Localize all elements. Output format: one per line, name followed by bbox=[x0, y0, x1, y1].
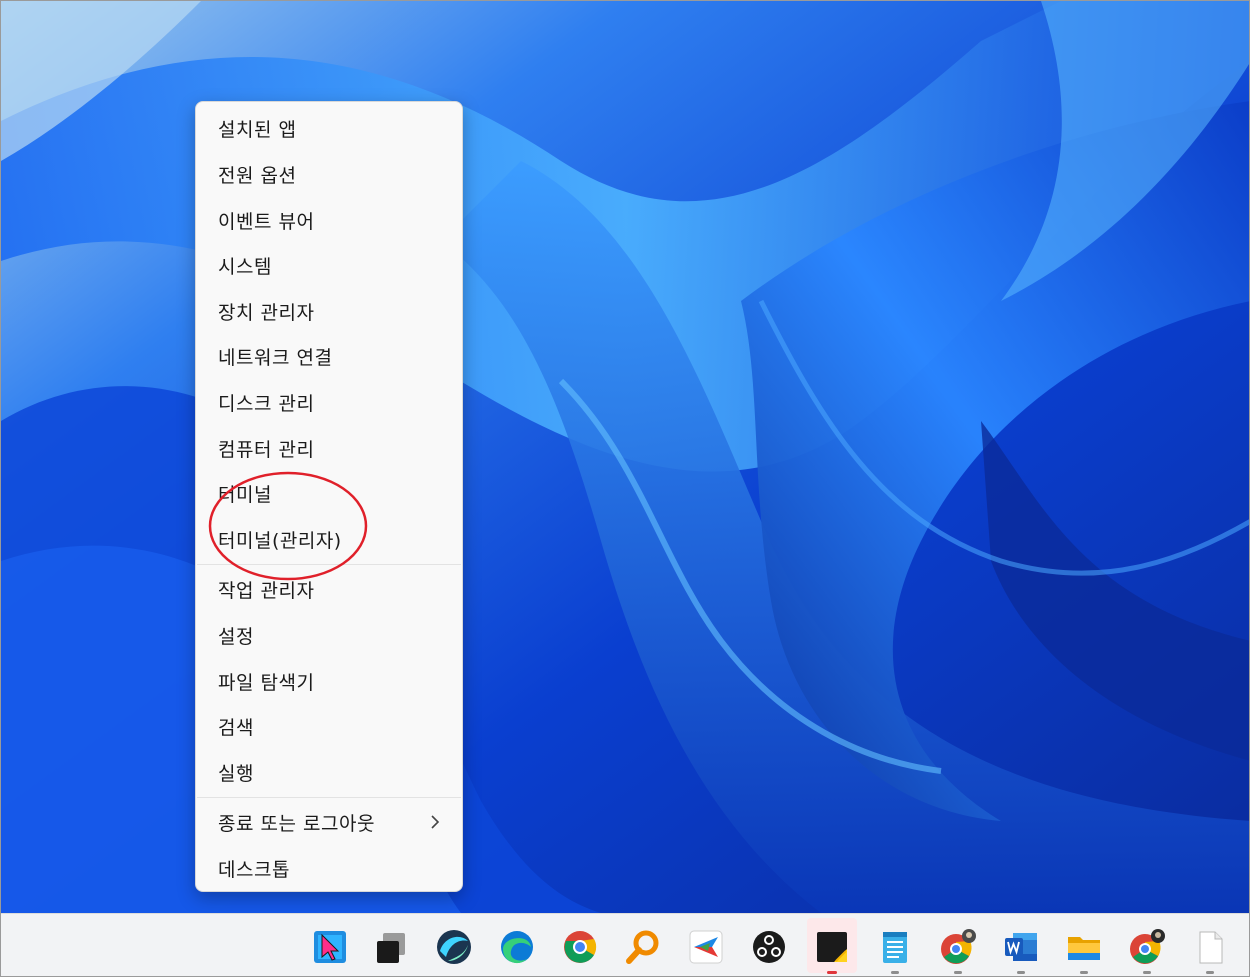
menu-item-label: 설치된 앱 bbox=[218, 118, 297, 141]
menu-item-label: 터미널(관리자) bbox=[218, 529, 342, 552]
active-app-indicator bbox=[827, 971, 837, 974]
menu-item-file-explorer[interactable]: 파일 탐색기 bbox=[202, 661, 456, 701]
menu-item-label: 터미널 bbox=[218, 483, 272, 506]
menu-item-label: 검색 bbox=[218, 716, 254, 739]
menu-separator bbox=[197, 797, 461, 798]
menu-item-system[interactable]: 시스템 bbox=[202, 245, 456, 285]
menu-item-desktop[interactable]: 데스크톱 bbox=[202, 848, 456, 888]
desktop-wallpaper bbox=[1, 1, 1249, 913]
menu-item-label: 실행 bbox=[218, 762, 254, 785]
word-icon[interactable] bbox=[1001, 927, 1041, 967]
menu-item-event-viewer[interactable]: 이벤트 뷰어 bbox=[202, 200, 456, 240]
edge-icon[interactable] bbox=[497, 927, 537, 967]
menu-separator bbox=[197, 564, 461, 565]
menu-item-device-manager[interactable]: 장치 관리자 bbox=[202, 291, 456, 331]
file-explorer-icon[interactable] bbox=[1064, 927, 1104, 967]
screenshot-frame: 설치된 앱 전원 옵션 이벤트 뷰어 시스템 장치 관리자 네트워크 연결 디스… bbox=[0, 0, 1250, 977]
menu-item-network-connections[interactable]: 네트워크 연결 bbox=[202, 336, 456, 376]
sharex-icon[interactable] bbox=[434, 927, 474, 967]
search-magnifier-icon[interactable] bbox=[623, 927, 663, 967]
menu-item-label: 시스템 bbox=[218, 255, 272, 278]
menu-item-terminal-admin[interactable]: 터미널(관리자) bbox=[202, 519, 456, 559]
menu-item-settings[interactable]: 설정 bbox=[202, 615, 456, 655]
running-app-indicator bbox=[1017, 971, 1025, 974]
taskbar bbox=[1, 913, 1249, 976]
obs-studio-icon[interactable] bbox=[749, 927, 789, 967]
paint-app-icon[interactable] bbox=[686, 927, 726, 967]
chrome-icon[interactable] bbox=[560, 927, 600, 967]
chrome-profile-2-icon[interactable] bbox=[1127, 927, 1167, 967]
menu-item-label: 설정 bbox=[218, 625, 254, 648]
running-app-indicator bbox=[1080, 971, 1088, 974]
sticky-notes-icon[interactable] bbox=[812, 927, 852, 967]
menu-item-label: 작업 관리자 bbox=[218, 579, 315, 602]
menu-item-terminal[interactable]: 터미널 bbox=[202, 473, 456, 513]
running-app-indicator bbox=[891, 971, 899, 974]
menu-item-label: 네트워크 연결 bbox=[218, 346, 333, 369]
menu-item-label: 장치 관리자 bbox=[218, 301, 315, 324]
menu-item-power-options[interactable]: 전원 옵션 bbox=[202, 154, 456, 194]
menu-item-label: 파일 탐색기 bbox=[218, 671, 315, 694]
menu-item-shutdown-signout[interactable]: 종료 또는 로그아웃 bbox=[202, 802, 456, 842]
menu-item-run[interactable]: 실행 bbox=[202, 752, 456, 792]
running-app-indicator bbox=[954, 971, 962, 974]
menu-item-label: 데스크톱 bbox=[218, 858, 290, 881]
menu-item-task-manager[interactable]: 작업 관리자 bbox=[202, 569, 456, 609]
running-app-indicator bbox=[1206, 971, 1214, 974]
menu-item-disk-management[interactable]: 디스크 관리 bbox=[202, 382, 456, 422]
running-app-indicator bbox=[1143, 971, 1151, 974]
menu-item-computer-management[interactable]: 컴퓨터 관리 bbox=[202, 428, 456, 468]
menu-item-label: 컴퓨터 관리 bbox=[218, 438, 315, 461]
snipping-tool-icon[interactable] bbox=[310, 927, 350, 967]
menu-item-label: 디스크 관리 bbox=[218, 392, 315, 415]
menu-item-installed-apps[interactable]: 설치된 앱 bbox=[202, 108, 456, 148]
blank-document-icon[interactable] bbox=[1190, 927, 1230, 967]
winx-context-menu: 설치된 앱 전원 옵션 이벤트 뷰어 시스템 장치 관리자 네트워크 연결 디스… bbox=[195, 101, 463, 892]
menu-item-search[interactable]: 검색 bbox=[202, 706, 456, 746]
task-view-icon[interactable] bbox=[371, 927, 411, 967]
chevron-right-icon bbox=[428, 813, 442, 831]
menu-item-label: 종료 또는 로그아웃 bbox=[218, 812, 375, 835]
menu-item-label: 전원 옵션 bbox=[218, 164, 297, 187]
chrome-profile-icon[interactable] bbox=[938, 927, 978, 967]
notepad-icon[interactable] bbox=[875, 927, 915, 967]
menu-item-label: 이벤트 뷰어 bbox=[218, 210, 315, 233]
